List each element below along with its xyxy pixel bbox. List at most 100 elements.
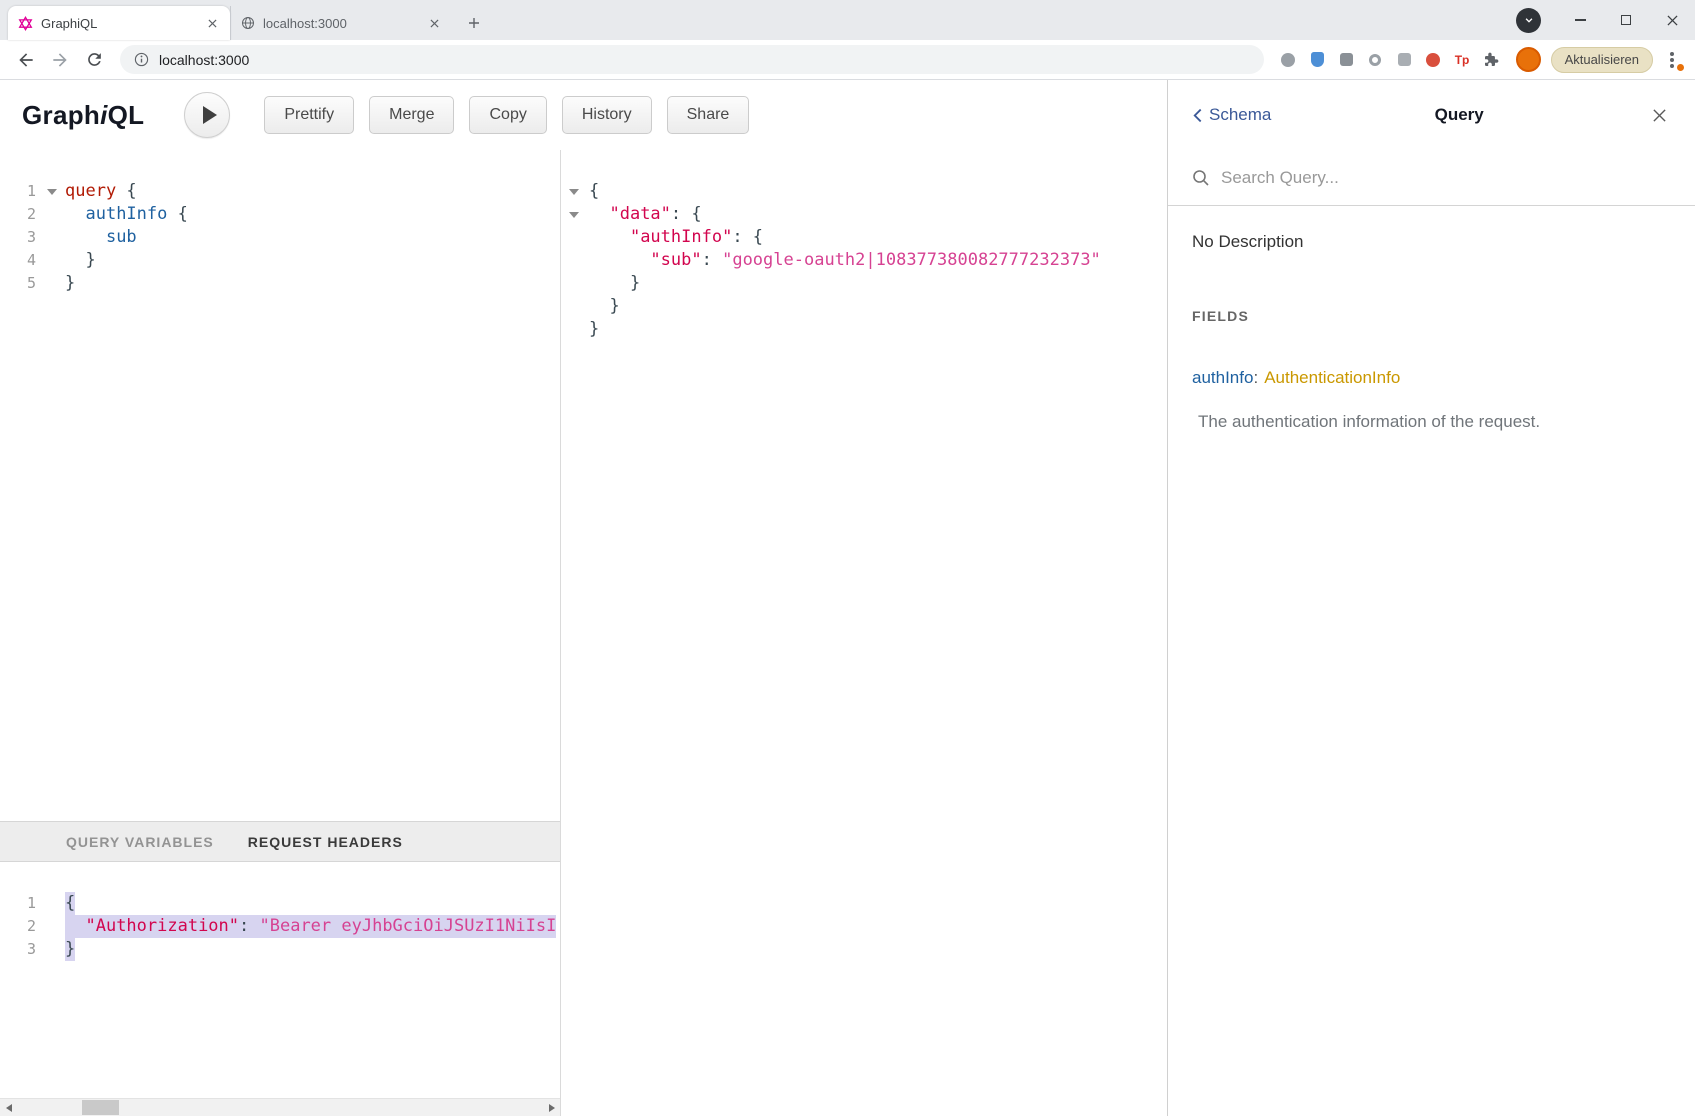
minimize-icon xyxy=(1575,19,1586,21)
scroll-right-icon[interactable] xyxy=(543,1099,560,1116)
tampermonkey-icon[interactable]: Tp xyxy=(1448,45,1477,74)
docs-search xyxy=(1168,150,1695,206)
toolbar-button-merge[interactable]: Merge xyxy=(369,96,454,134)
code-line: 2 authInfo { xyxy=(0,203,560,226)
puzzle-icon[interactable] xyxy=(1477,45,1506,74)
request-headers-editor[interactable]: 1{2 "Authorization": "Bearer eyJhbGciOiJ… xyxy=(0,862,560,1098)
ring-icon[interactable] xyxy=(1361,45,1390,74)
docs-search-input[interactable] xyxy=(1221,168,1671,188)
browser-toolbar: localhost:3000 Tp Aktualisieren xyxy=(0,40,1695,80)
graphiql-workspace: 1query {2 authInfo {3 sub4 }5} QUERY VAR… xyxy=(0,150,1167,1116)
fold-caret-icon[interactable] xyxy=(569,212,579,218)
graphiql-logo: GraphiQL xyxy=(22,100,144,131)
tab-query-variables[interactable]: QUERY VARIABLES xyxy=(66,834,214,850)
line-number: 4 xyxy=(0,249,44,272)
graphiql-toolbar-buttons: Prettify Merge Copy History Share xyxy=(264,96,749,134)
tab-graphiql[interactable]: GraphiQL xyxy=(8,6,230,40)
fold-caret-icon[interactable] xyxy=(47,189,57,195)
address-bar[interactable]: localhost:3000 xyxy=(120,45,1264,74)
query-editor[interactable]: 1query {2 authInfo {3 sub4 }5} xyxy=(0,150,560,821)
camera-icon[interactable] xyxy=(1390,45,1419,74)
toolbar-button-history[interactable]: History xyxy=(562,96,652,134)
tab-request-headers[interactable]: REQUEST HEADERS xyxy=(248,834,403,850)
horizontal-scrollbar[interactable] xyxy=(0,1098,560,1116)
code-line: } xyxy=(562,318,1167,341)
update-notification-dot xyxy=(1677,64,1684,71)
docs-close-button[interactable] xyxy=(1647,103,1671,127)
new-tab-button[interactable] xyxy=(460,9,488,37)
docs-back-link[interactable]: Schema xyxy=(1192,105,1271,125)
kebab-menu-icon xyxy=(1670,58,1674,62)
close-icon xyxy=(1652,108,1667,123)
site-info-icon[interactable] xyxy=(134,52,149,67)
close-window-button[interactable] xyxy=(1649,0,1695,40)
code-line: } xyxy=(562,295,1167,318)
execute-button[interactable] xyxy=(184,92,230,138)
extensions-area: Tp xyxy=(1274,45,1506,74)
field-name-link[interactable]: authInfo xyxy=(1192,368,1253,387)
doc-field-authinfo: authInfo: AuthenticationInfo xyxy=(1192,368,1671,388)
type-name-link[interactable]: AuthenticationInfo xyxy=(1264,368,1400,387)
documentation-explorer: Schema Query No Description FIELDS authI… xyxy=(1167,80,1695,1116)
maximize-button[interactable] xyxy=(1603,0,1649,40)
shield-icon[interactable] xyxy=(1303,45,1332,74)
graphiql-topbar: GraphiQL Prettify Merge Copy History Share xyxy=(0,80,1167,150)
result-viewer: { "data": { "authInfo": { "sub": "google… xyxy=(562,150,1167,1116)
badge-icon[interactable] xyxy=(1274,45,1303,74)
line-number: 2 xyxy=(0,915,44,938)
fields-section-header: FIELDS xyxy=(1192,308,1671,324)
url-text: localhost:3000 xyxy=(159,52,249,68)
reload-icon xyxy=(85,50,104,69)
tab-close-icon[interactable] xyxy=(426,15,442,31)
code-line: 3 sub xyxy=(0,226,560,249)
scroll-left-icon[interactable] xyxy=(0,1099,17,1116)
field-colon: : xyxy=(1253,368,1258,387)
code-line: "sub": "google-oauth2|108377380082777232… xyxy=(562,249,1167,272)
line-number: 3 xyxy=(0,226,44,249)
profile-avatar[interactable] xyxy=(1516,47,1541,72)
colorful-icon[interactable] xyxy=(1419,45,1448,74)
play-icon xyxy=(203,106,217,124)
docs-title: Query xyxy=(1271,105,1647,125)
tab-localhost[interactable]: localhost:3000 xyxy=(230,6,452,40)
browser-menu-button[interactable] xyxy=(1659,44,1685,76)
minimize-button[interactable] xyxy=(1557,0,1603,40)
maximize-icon xyxy=(1621,15,1631,25)
chevron-left-icon xyxy=(1192,108,1203,123)
toolbar-button-share[interactable]: Share xyxy=(667,96,750,134)
close-icon xyxy=(1667,15,1678,26)
grid-icon[interactable] xyxy=(1332,45,1361,74)
forward-button[interactable] xyxy=(44,44,76,76)
browser-window: GraphiQL localhost:3000 xyxy=(0,0,1695,1116)
back-button[interactable] xyxy=(10,44,42,76)
search-icon xyxy=(1192,169,1210,187)
reload-button[interactable] xyxy=(78,44,110,76)
code-line: } xyxy=(562,272,1167,295)
toolbar-button-copy[interactable]: Copy xyxy=(469,96,546,134)
code-line: 5} xyxy=(0,272,560,295)
scrollbar-thumb[interactable] xyxy=(82,1100,119,1115)
forward-arrow-icon xyxy=(50,50,70,70)
code-line: 2 "Authorization": "Bearer eyJhbGciOiJSU… xyxy=(0,915,560,938)
code-line: 4 } xyxy=(0,249,560,272)
update-button[interactable]: Aktualisieren xyxy=(1551,47,1653,73)
tab-close-icon[interactable] xyxy=(204,15,220,31)
query-pane: 1query {2 authInfo {3 sub4 }5} QUERY VAR… xyxy=(0,150,561,1116)
code-line: "data": { xyxy=(562,203,1167,226)
globe-icon xyxy=(241,16,255,30)
docs-header: Schema Query xyxy=(1168,80,1695,150)
code-line: 1{ xyxy=(0,892,560,915)
line-number: 2 xyxy=(0,203,44,226)
code-line: "authInfo": { xyxy=(562,226,1167,249)
code-line: 1query { xyxy=(0,180,560,203)
back-arrow-icon xyxy=(16,50,36,70)
code-line: 3} xyxy=(0,938,560,961)
tab-search-button[interactable] xyxy=(1516,8,1541,33)
line-number: 5 xyxy=(0,272,44,295)
toolbar-button-prettify[interactable]: Prettify xyxy=(264,96,354,134)
result-pane[interactable]: { "data": { "authInfo": { "sub": "google… xyxy=(562,150,1167,1116)
code-line: { xyxy=(562,180,1167,203)
fold-caret-icon[interactable] xyxy=(569,189,579,195)
docs-content: No Description FIELDS authInfo:Authentic… xyxy=(1168,206,1695,458)
variables-titlebar: QUERY VARIABLES REQUEST HEADERS xyxy=(0,821,560,862)
